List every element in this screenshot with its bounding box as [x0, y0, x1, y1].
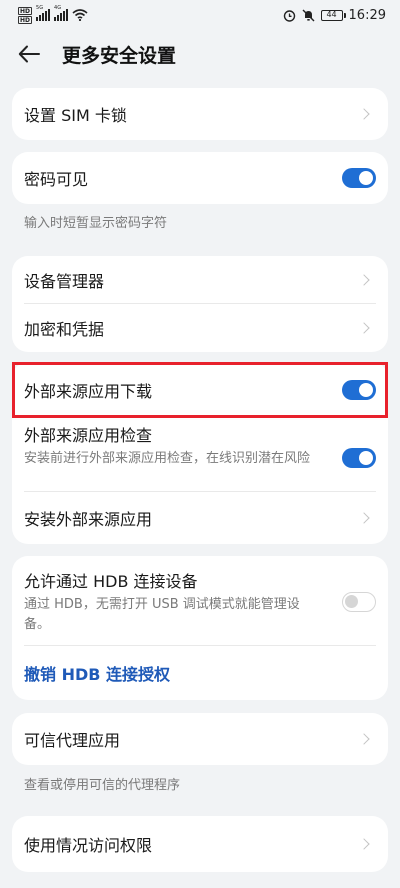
- install-external-label: 安装外部来源应用: [24, 510, 153, 529]
- card-password-visible: 密码可见: [12, 152, 388, 204]
- hdb-allow-label: 允许通过 HDB 连接设备: [24, 572, 198, 591]
- back-arrow-icon: [18, 45, 40, 63]
- encryption-item[interactable]: 加密和凭据: [12, 304, 388, 352]
- mute-icon: [302, 9, 315, 21]
- card-sim-lock: 设置 SIM 卡锁: [12, 88, 388, 140]
- signal-icon-2: 4G: [54, 5, 69, 21]
- hd-badge-2: HD: [18, 15, 33, 24]
- chevron-right-icon: [358, 512, 370, 524]
- hdb-revoke-item[interactable]: 撤销 HDB 连接授权: [12, 646, 388, 700]
- chevron-right-icon: [358, 322, 370, 334]
- install-external-item[interactable]: 安装外部来源应用: [12, 492, 388, 544]
- chevron-right-icon: [358, 108, 370, 120]
- trust-agents-item[interactable]: 可信代理应用: [12, 713, 388, 765]
- card-device: 设备管理器 加密和凭据: [12, 256, 388, 352]
- hdb-revoke-link[interactable]: 撤销 HDB 连接授权: [24, 661, 376, 685]
- card-usage-access: 使用情况访问权限: [12, 816, 388, 872]
- trust-agents-note: 查看或停用可信的代理程序: [24, 778, 181, 793]
- external-check-label: 外部来源应用检查: [24, 426, 153, 445]
- signal-label-2: 4G: [54, 5, 62, 11]
- signal-icon: 5G: [36, 5, 51, 21]
- card-hdb: 允许通过 HDB 连接设备 通过 HDB，无需打开 USB 调试模式就能管理设备…: [12, 556, 388, 700]
- status-right: 44 16:29: [283, 8, 386, 23]
- encryption-label: 加密和凭据: [24, 320, 105, 339]
- trust-agents-label: 可信代理应用: [24, 731, 121, 750]
- back-button[interactable]: [18, 40, 46, 68]
- external-check-toggle[interactable]: [342, 448, 376, 468]
- external-download-toggle[interactable]: [342, 380, 376, 400]
- page-header: 更多安全设置: [0, 30, 400, 78]
- external-download-item[interactable]: 外部来源应用下载: [12, 362, 388, 418]
- hd-badge-1: HD: [18, 6, 33, 15]
- chevron-right-icon: [358, 838, 370, 850]
- password-visible-note: 输入时短暂显示密码字符: [24, 216, 168, 231]
- card-trust-agents: 可信代理应用: [12, 713, 388, 765]
- chevron-right-icon: [358, 274, 370, 286]
- battery-icon: 44: [320, 9, 346, 21]
- hdb-allow-toggle[interactable]: [342, 592, 376, 612]
- hdb-allow-item[interactable]: 允许通过 HDB 连接设备 通过 HDB，无需打开 USB 调试模式就能管理设备…: [12, 556, 388, 646]
- password-visible-item[interactable]: 密码可见: [12, 152, 388, 204]
- status-time: 16:29: [348, 7, 386, 23]
- sim-lock-label: 设置 SIM 卡锁: [24, 106, 127, 125]
- sim-lock-item[interactable]: 设置 SIM 卡锁: [12, 88, 388, 140]
- page-title: 更多安全设置: [62, 44, 177, 67]
- external-check-item[interactable]: 外部来源应用检查 安装前进行外部来源应用检查，在线识别潜在风险: [12, 418, 388, 492]
- status-bar: HD HD 5G 4G 44 16:29: [0, 0, 400, 30]
- device-admin-label: 设备管理器: [24, 272, 105, 291]
- alarm-icon: [283, 9, 295, 22]
- usage-access-label: 使用情况访问权限: [24, 836, 153, 855]
- chevron-right-icon: [358, 733, 370, 745]
- card-external-sources: 外部来源应用下载 外部来源应用检查 安装前进行外部来源应用检查，在线识别潜在风险…: [12, 362, 388, 544]
- password-visible-label: 密码可见: [24, 170, 89, 189]
- external-check-text: 外部来源应用检查 安装前进行外部来源应用检查，在线识别潜在风险: [24, 422, 342, 469]
- external-download-label: 外部来源应用下载: [24, 382, 153, 401]
- status-left: HD HD 5G 4G: [18, 5, 88, 24]
- device-admin-item[interactable]: 设备管理器: [12, 256, 388, 304]
- hd-badges: HD HD: [18, 6, 33, 24]
- hdb-allow-desc: 通过 HDB，无需打开 USB 调试模式就能管理设备。: [24, 597, 300, 632]
- usage-access-item[interactable]: 使用情况访问权限: [12, 816, 388, 872]
- hdb-allow-text: 允许通过 HDB 连接设备 通过 HDB，无需打开 USB 调试模式就能管理设备…: [24, 568, 342, 635]
- signal-label-1: 5G: [36, 5, 44, 11]
- external-check-desc: 安装前进行外部来源应用检查，在线识别潜在风险: [24, 451, 311, 466]
- wifi-icon: [72, 9, 88, 21]
- password-visible-toggle[interactable]: [342, 168, 376, 188]
